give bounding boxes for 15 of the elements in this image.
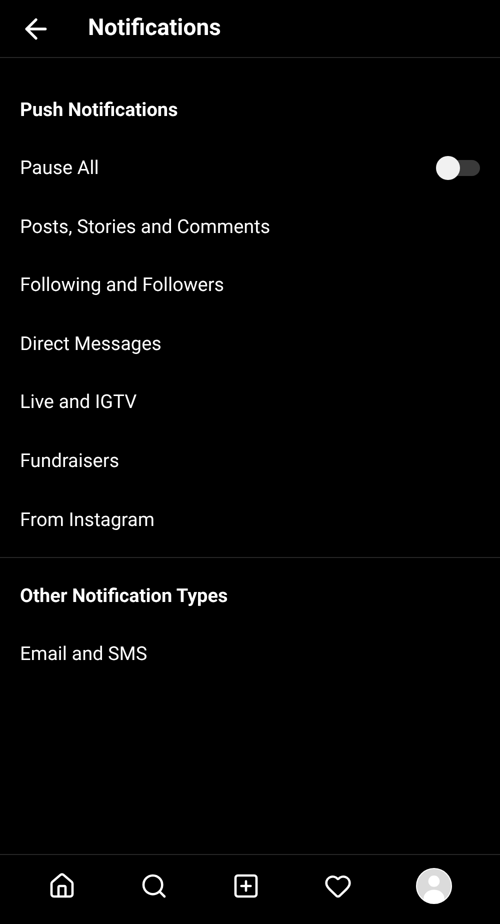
home-icon[interactable] <box>48 872 76 900</box>
add-icon[interactable] <box>232 872 260 900</box>
settings-item[interactable]: Posts, Stories and Comments <box>20 212 270 242</box>
section-heading: Push Notifications <box>20 96 178 123</box>
settings-item[interactable]: Pause All <box>20 154 99 183</box>
settings-item[interactable]: Email and SMS <box>20 640 148 669</box>
settings-item[interactable]: Live and IGTV <box>20 388 137 417</box>
page-title: Notifications <box>88 13 221 44</box>
search-icon[interactable] <box>140 872 168 900</box>
avatar-icon[interactable] <box>416 868 452 904</box>
settings-item[interactable]: Direct Messages <box>20 330 162 358</box>
settings-item[interactable]: Following and Followers <box>20 271 224 300</box>
settings-item[interactable]: From Instagram <box>20 506 154 534</box>
settings-item[interactable]: Fundraisers <box>20 447 120 476</box>
section-heading: Other Notification Types <box>20 582 228 609</box>
